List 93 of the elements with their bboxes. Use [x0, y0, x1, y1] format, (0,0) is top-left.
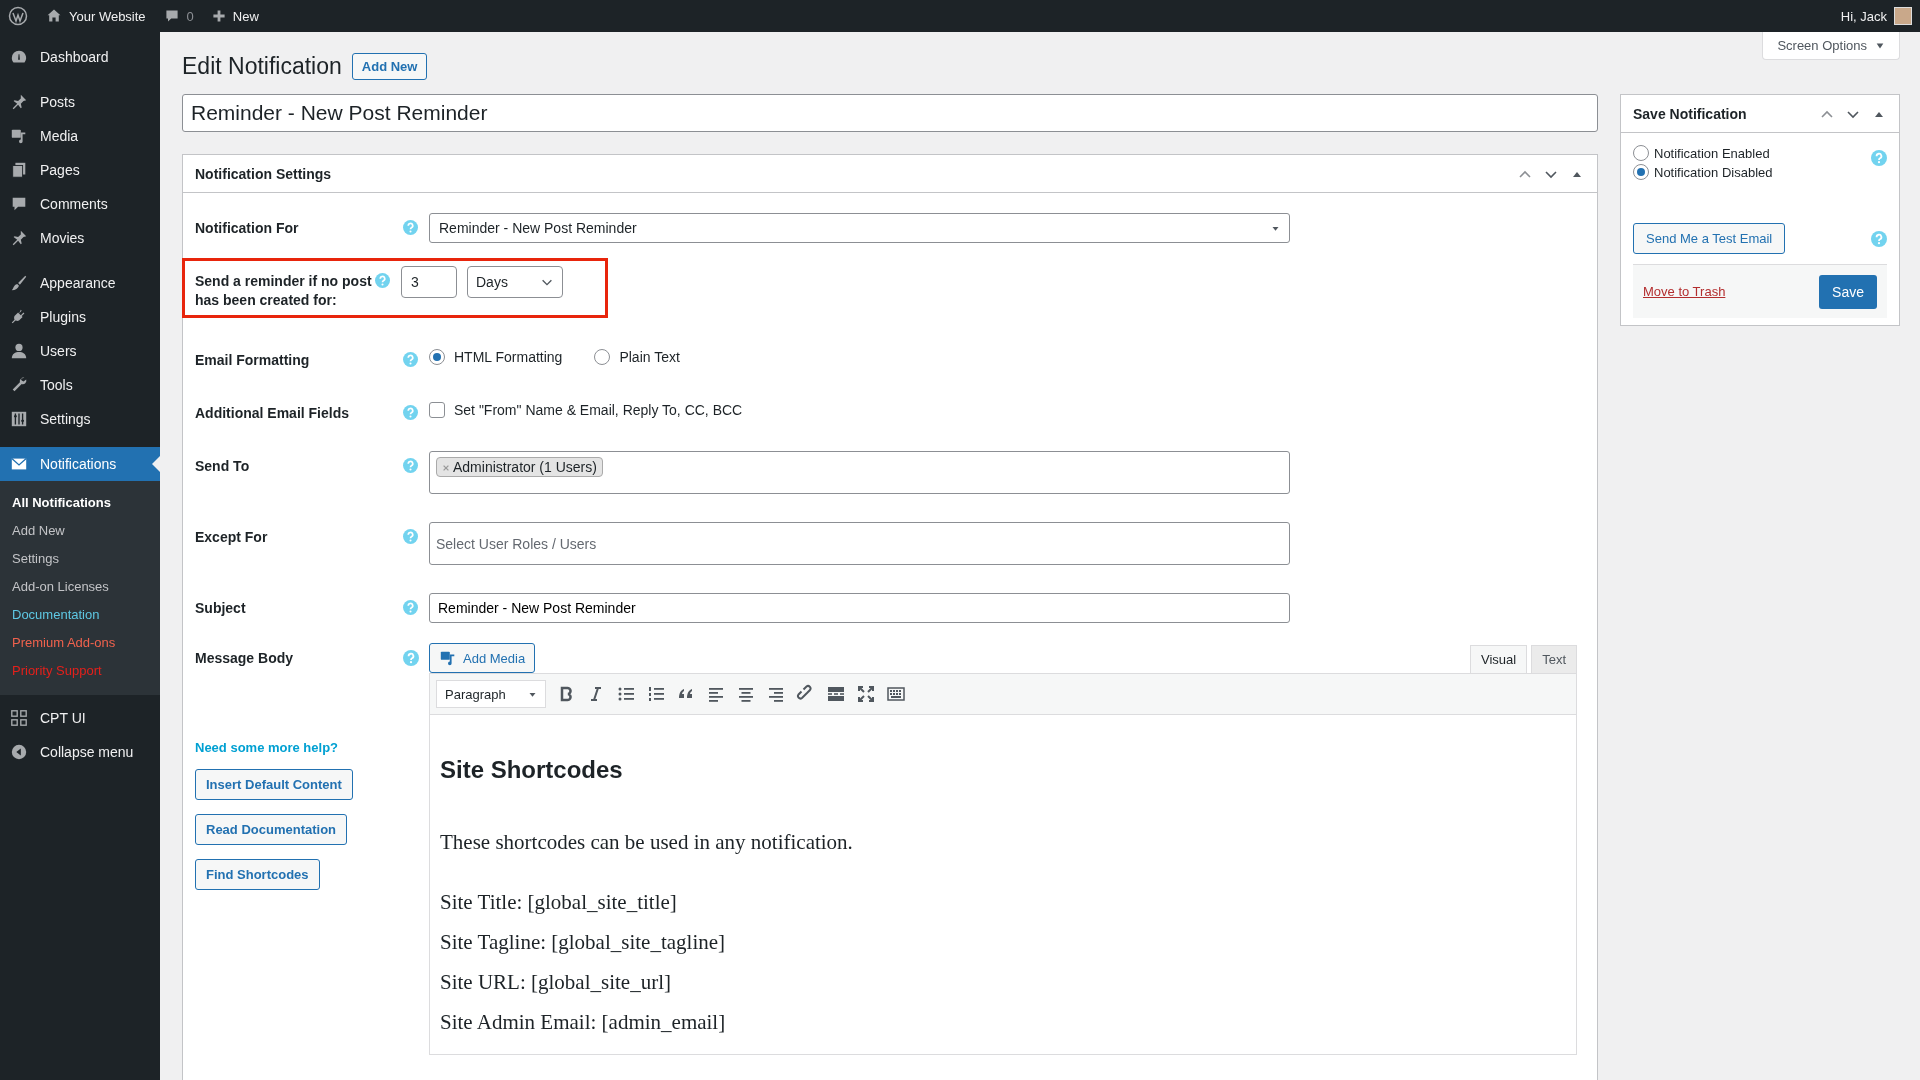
number-field[interactable]: 3 [401, 266, 457, 298]
field-label: Additional Email Fields [195, 404, 351, 423]
format-dropdown[interactable]: Paragraph [436, 680, 546, 708]
submenu-item[interactable]: Add New [0, 517, 160, 545]
new-link[interactable]: New [232, 8, 259, 24]
radio-button[interactable] [1633, 145, 1649, 161]
media-icon [439, 649, 457, 667]
title-field[interactable]: Reminder - New Post Reminder [182, 94, 1598, 132]
menu-item[interactable]: Media [0, 119, 160, 153]
pushpin-icon [10, 93, 28, 111]
submenu-item[interactable]: Premium Add-ons [0, 629, 160, 657]
menu-item[interactable]: Collapse menu [0, 735, 160, 769]
shortcode-line: Site Title: [global_site_title] [440, 889, 678, 915]
comment-count[interactable]: 0 [186, 8, 194, 24]
paintbrush-icon [10, 274, 28, 292]
site-name-link[interactable]: Your Website [69, 8, 146, 24]
field-label: Email Formatting [195, 351, 311, 370]
shortcode-line: Site Admin Email: [admin_email] [440, 1009, 727, 1035]
user-icon [10, 342, 28, 360]
menu-item[interactable]: Notifications [0, 447, 160, 481]
menu-item[interactable]: CPT UI [0, 701, 160, 735]
keyboard-icon[interactable] [886, 684, 906, 704]
field-label: Except For [195, 528, 269, 547]
menu-item[interactable]: Dashboard [0, 40, 160, 74]
shortcode-line: Site Tagline: [global_site_tagline] [440, 929, 727, 955]
panel-title: Notification Settings [195, 165, 333, 182]
wordpress-logo-icon[interactable] [8, 6, 28, 26]
text-field[interactable]: Select User Roles / Users [429, 522, 1290, 565]
option-label[interactable]: Notification Disabled [1654, 164, 1773, 180]
field-label: Subject [195, 599, 247, 618]
numbered-list-icon[interactable] [646, 684, 666, 704]
select-dropdown[interactable]: Reminder - New Post Reminder [429, 213, 1290, 243]
select-value: Reminder - New Post Reminder [439, 220, 637, 236]
save-button[interactable]: Save [1819, 274, 1877, 309]
field-label: Send a reminder if no post has been created for: [195, 272, 373, 310]
sliders-icon [10, 410, 28, 428]
help-button[interactable]: Find Shortcodes [195, 859, 320, 890]
panel-title: Save Notification [1633, 105, 1748, 122]
editor-tab[interactable]: Visual [1469, 645, 1528, 673]
test-email-button[interactable]: Send Me a Test Email [1633, 223, 1786, 254]
menu-item[interactable]: Movies [0, 221, 160, 255]
menu-item[interactable]: Comments [0, 187, 160, 221]
radio-button[interactable] [429, 349, 445, 365]
menu-item[interactable]: Appearance [0, 266, 160, 300]
option-label[interactable]: Plain Text [619, 349, 680, 365]
text-field[interactable]: Reminder - New Post Reminder [429, 593, 1290, 623]
tag-field[interactable]: Administrator (1 Users) [429, 451, 1290, 494]
checkbox[interactable] [429, 402, 445, 418]
speech-bubble-icon [163, 8, 180, 24]
screen-options-button[interactable]: Screen Options [1762, 32, 1900, 60]
menu-item[interactable]: Settings [0, 402, 160, 436]
editor-content-area[interactable]: Site Shortcodes These shortcodes can be used in any notification. Site Title: [global_site_title] Site Tagline: [global_site_tagline] Site URL: [global_site_url] Site Admin Email: [admin_email] [429, 715, 1577, 1055]
greeting-link[interactable]: Hi, Jack [1840, 8, 1887, 24]
wrench-icon [10, 376, 28, 394]
submenu-item[interactable]: Add-on Licenses [0, 573, 160, 601]
shortcode-line: Site URL: [global_site_url] [440, 969, 672, 995]
radio-button[interactable] [594, 349, 611, 365]
submenu-item[interactable]: All Notifications [0, 489, 160, 517]
plus-icon [211, 9, 226, 23]
fullscreen-icon[interactable] [856, 684, 876, 704]
menu-item[interactable]: Plugins [0, 300, 160, 334]
read-more-icon[interactable] [826, 684, 846, 704]
collapse-icon [10, 743, 28, 761]
content-heading: Site Shortcodes [440, 757, 624, 783]
submenu-item[interactable]: Documentation [0, 601, 160, 629]
field-label: Message Body [195, 649, 295, 668]
trash-link[interactable]: Move to Trash [1643, 284, 1726, 299]
tag-chip[interactable]: Administrator (1 Users) [436, 457, 603, 477]
pushpin-icon [10, 229, 28, 247]
grid-icon [10, 709, 28, 727]
menu-item[interactable]: Users [0, 334, 160, 368]
radio-button[interactable] [1633, 164, 1649, 180]
add-new-button[interactable]: Add New [351, 52, 428, 80]
menu-item[interactable]: Pages [0, 153, 160, 187]
submenu-item[interactable]: Settings [0, 545, 160, 573]
content-paragraph: These shortcodes can be used in any notification. [440, 829, 854, 855]
menu-item[interactable]: Tools [0, 368, 160, 402]
field-label: Send To [195, 457, 251, 476]
editor-tab[interactable]: Text [1531, 645, 1577, 673]
media-icon [10, 127, 28, 145]
menu-item[interactable]: Posts [0, 85, 160, 119]
home-icon [46, 8, 62, 24]
field-label: Notification For [195, 219, 300, 238]
pages-icon [10, 161, 28, 179]
add-media-button[interactable]: Add Media [429, 643, 536, 673]
help-button[interactable]: Insert Default Content [195, 769, 353, 800]
option-label[interactable]: HTML Formatting [454, 349, 563, 365]
help-button[interactable]: Read Documentation [195, 814, 347, 845]
unit-dropdown[interactable]: Days [467, 266, 563, 298]
option-label[interactable]: Notification Enabled [1654, 145, 1770, 161]
remove-x-icon [442, 464, 450, 472]
option-label[interactable]: Set "From" Name & Email, Reply To, CC, BCC [454, 402, 743, 418]
page-title: Edit Notification [182, 52, 342, 80]
